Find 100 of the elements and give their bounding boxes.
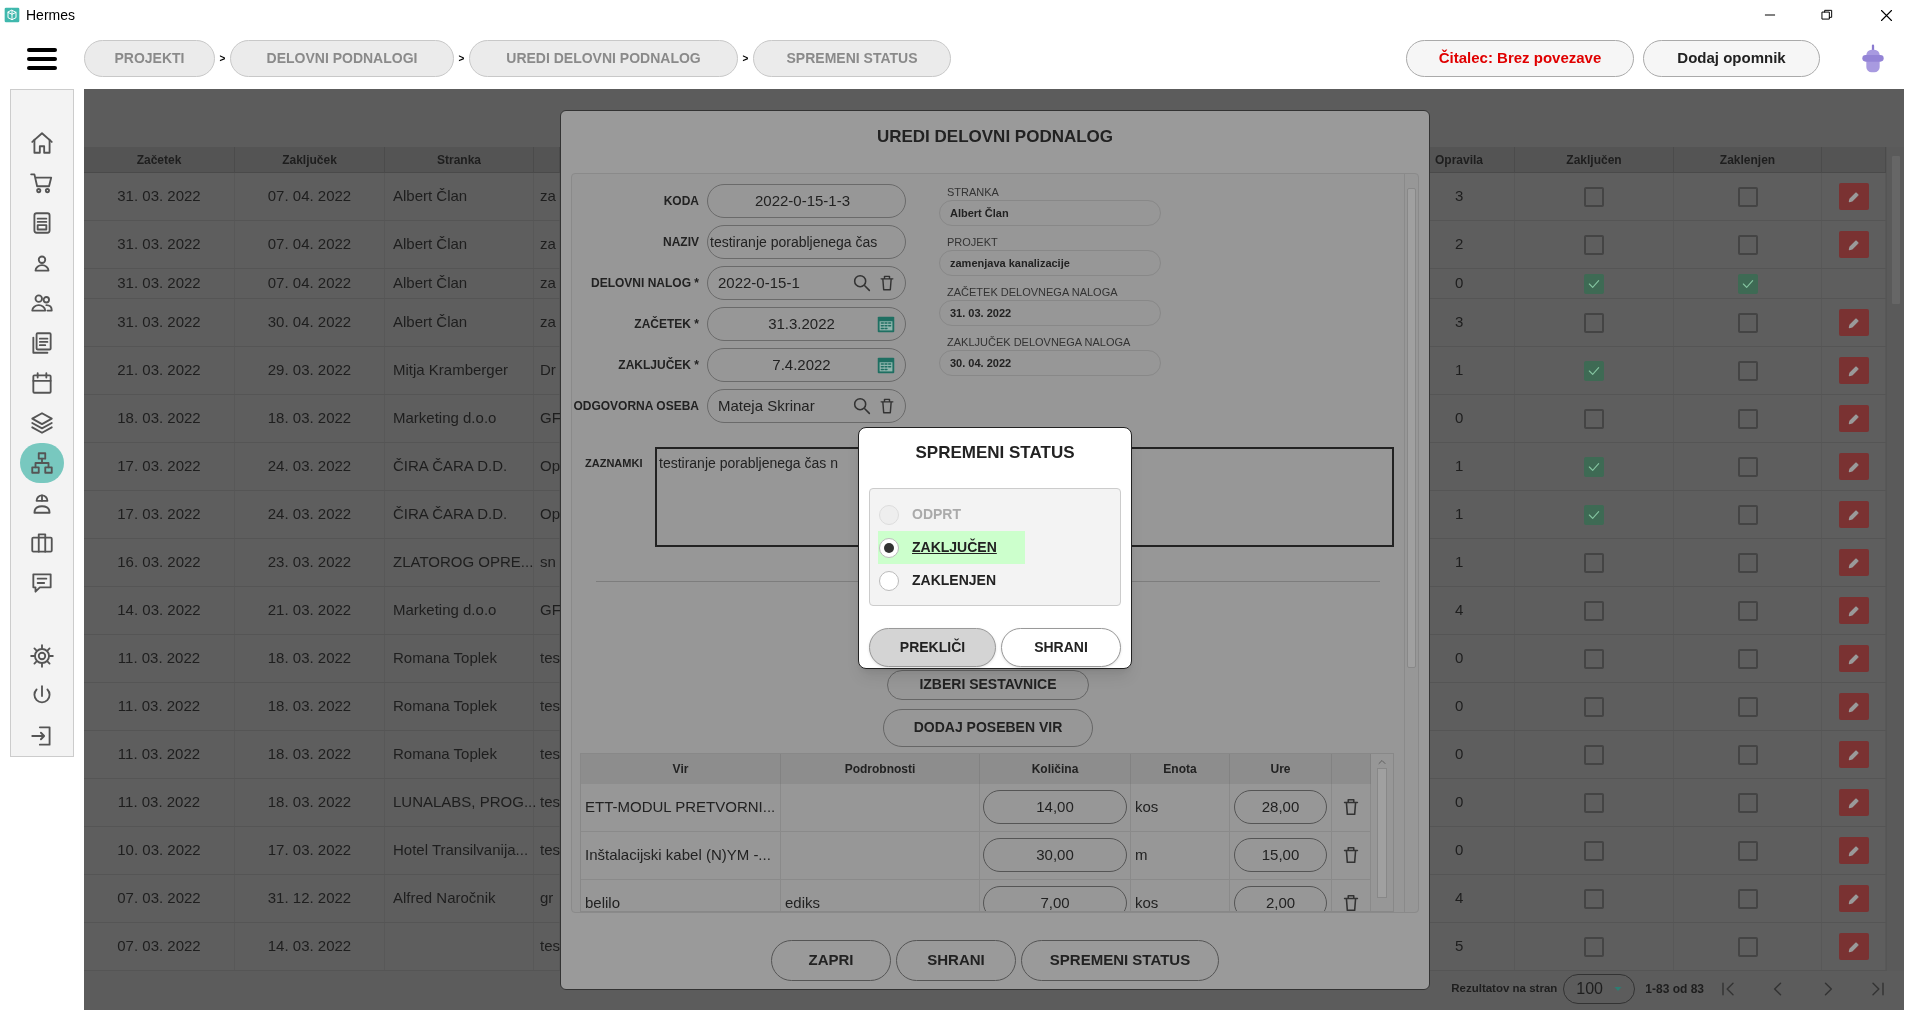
column-header[interactable]: Ure bbox=[1270, 760, 1291, 778]
edit-button[interactable] bbox=[1838, 453, 1869, 480]
edit-button[interactable] bbox=[1838, 405, 1869, 432]
checkbox[interactable] bbox=[1584, 648, 1604, 669]
checkbox[interactable] bbox=[1584, 234, 1604, 255]
checkbox[interactable] bbox=[1737, 600, 1758, 621]
edit-button[interactable] bbox=[1838, 183, 1869, 210]
table-cell-text: za bbox=[539, 273, 556, 294]
checkbox[interactable] bbox=[1584, 792, 1604, 813]
edit-button[interactable] bbox=[1838, 741, 1869, 768]
table-cell-text: 31. 12. 2022 bbox=[267, 888, 352, 909]
notes-label: ZAZNAMKI bbox=[584, 456, 644, 471]
checkbox[interactable] bbox=[1584, 504, 1604, 525]
checkbox[interactable] bbox=[1584, 273, 1604, 294]
checkbox[interactable] bbox=[1737, 936, 1758, 957]
checkbox[interactable] bbox=[1737, 186, 1758, 207]
table-cell-text: 07. 04. 2022 bbox=[267, 234, 352, 255]
search-icon[interactable] bbox=[851, 395, 873, 417]
checkbox[interactable] bbox=[1737, 360, 1758, 381]
radio-option[interactable]: ZAKLENJEN bbox=[878, 564, 1025, 597]
edit-button[interactable] bbox=[1838, 933, 1869, 960]
search-icon[interactable] bbox=[851, 272, 873, 294]
edit-button[interactable] bbox=[1838, 789, 1869, 816]
edit-button[interactable] bbox=[1838, 837, 1869, 864]
column-header[interactable]: Podrobnosti bbox=[844, 760, 916, 778]
page-size-label: Rezultatov na stran bbox=[1451, 981, 1558, 997]
checkbox[interactable] bbox=[1737, 696, 1758, 717]
sitemap-icon bbox=[29, 450, 55, 476]
table-cell-text: 0 bbox=[1454, 744, 1464, 765]
table-cell-text: 21. 03. 2022 bbox=[267, 600, 352, 621]
checkbox[interactable] bbox=[1737, 312, 1758, 333]
edit-button[interactable] bbox=[1838, 693, 1869, 720]
checkbox[interactable] bbox=[1584, 600, 1604, 621]
chat-icon bbox=[29, 570, 55, 596]
info-label: PROJEKT bbox=[947, 235, 999, 250]
table-cell-text: 1 bbox=[1454, 552, 1464, 573]
table-cell-text: 31. 03. 2022 bbox=[117, 234, 201, 255]
checkbox[interactable] bbox=[1584, 552, 1604, 573]
checkbox[interactable] bbox=[1737, 552, 1758, 573]
column-header[interactable]: Vir bbox=[672, 760, 689, 778]
breadcrumb[interactable]: UREDI DELOVNI PODNALOG bbox=[469, 40, 738, 77]
dialog-button[interactable]: SHRANI bbox=[1001, 628, 1121, 667]
checkbox[interactable] bbox=[1737, 504, 1758, 525]
checkbox[interactable] bbox=[1737, 273, 1758, 294]
field-label: ZAKLJUČEK * bbox=[617, 356, 700, 374]
checkbox[interactable] bbox=[1584, 312, 1604, 333]
checkbox[interactable] bbox=[1737, 792, 1758, 813]
breadcrumb[interactable]: SPREMENI STATUS bbox=[753, 40, 951, 77]
edit-button[interactable] bbox=[1838, 645, 1869, 672]
checkbox[interactable] bbox=[1584, 936, 1604, 957]
breadcrumb[interactable]: PROJEKTI bbox=[84, 40, 215, 77]
header-button[interactable]: Dodaj opomnik bbox=[1643, 40, 1820, 77]
documents-icon bbox=[29, 330, 55, 356]
briefcase-icon bbox=[29, 530, 55, 556]
radio-option[interactable]: ZAKLJUČEN bbox=[878, 531, 1025, 564]
checkbox[interactable] bbox=[1584, 186, 1604, 207]
scrollbar[interactable] bbox=[1404, 174, 1418, 912]
checkbox[interactable] bbox=[1584, 744, 1604, 765]
checkbox[interactable] bbox=[1584, 888, 1604, 909]
checkbox[interactable] bbox=[1737, 744, 1758, 765]
checkbox[interactable] bbox=[1584, 840, 1604, 861]
table-cell-text: 07. 04. 2022 bbox=[267, 273, 352, 294]
checkbox[interactable] bbox=[1737, 456, 1758, 477]
checkbox[interactable] bbox=[1584, 456, 1604, 477]
table-cell-text: 1 bbox=[1454, 456, 1464, 477]
restore-icon[interactable] bbox=[1820, 8, 1834, 22]
checkbox[interactable] bbox=[1584, 360, 1604, 381]
table-cell-text: Mitja Kramberger bbox=[392, 360, 509, 381]
home-icon bbox=[29, 130, 55, 156]
checkbox[interactable] bbox=[1737, 408, 1758, 429]
checkbox[interactable] bbox=[1737, 234, 1758, 255]
layers-icon bbox=[29, 410, 55, 436]
table-cell-text: 31. 03. 2022 bbox=[117, 312, 201, 333]
edit-button[interactable] bbox=[1838, 597, 1869, 624]
edit-button[interactable] bbox=[1838, 501, 1869, 528]
close-icon[interactable] bbox=[1879, 7, 1894, 23]
edit-button[interactable] bbox=[1838, 357, 1869, 384]
table-cell-text: Hotel Transilvanija... bbox=[392, 840, 529, 861]
checkbox[interactable] bbox=[1737, 648, 1758, 669]
sidebar-item[interactable] bbox=[20, 443, 64, 483]
checkbox[interactable] bbox=[1584, 696, 1604, 717]
table-cell-text: Op bbox=[539, 504, 560, 525]
checkbox[interactable] bbox=[1584, 408, 1604, 429]
checkbox[interactable] bbox=[1737, 840, 1758, 861]
edit-button[interactable] bbox=[1838, 549, 1869, 576]
header-button[interactable]: Čitalec: Brez povezave bbox=[1406, 40, 1634, 77]
column-header[interactable]: Količina bbox=[1031, 760, 1079, 778]
column-header[interactable]: Enota bbox=[1163, 760, 1197, 778]
field-label: DELOVNI NALOG * bbox=[590, 275, 700, 292]
dialog-button[interactable]: PREKLIČI bbox=[869, 628, 996, 667]
table-cell-text: Romana Toplek bbox=[392, 696, 497, 717]
dialog-title: SPREMENI STATUS bbox=[915, 442, 1075, 465]
table-cell-text: 18. 03. 2022 bbox=[267, 648, 352, 669]
edit-button[interactable] bbox=[1838, 885, 1869, 912]
table-cell-text: Romana Toplek bbox=[392, 648, 497, 669]
edit-button[interactable] bbox=[1838, 231, 1869, 258]
breadcrumb[interactable]: DELOVNI PODNALOGI bbox=[230, 40, 454, 77]
checkbox[interactable] bbox=[1737, 888, 1758, 909]
separator: > bbox=[218, 52, 227, 66]
edit-button[interactable] bbox=[1838, 309, 1869, 336]
